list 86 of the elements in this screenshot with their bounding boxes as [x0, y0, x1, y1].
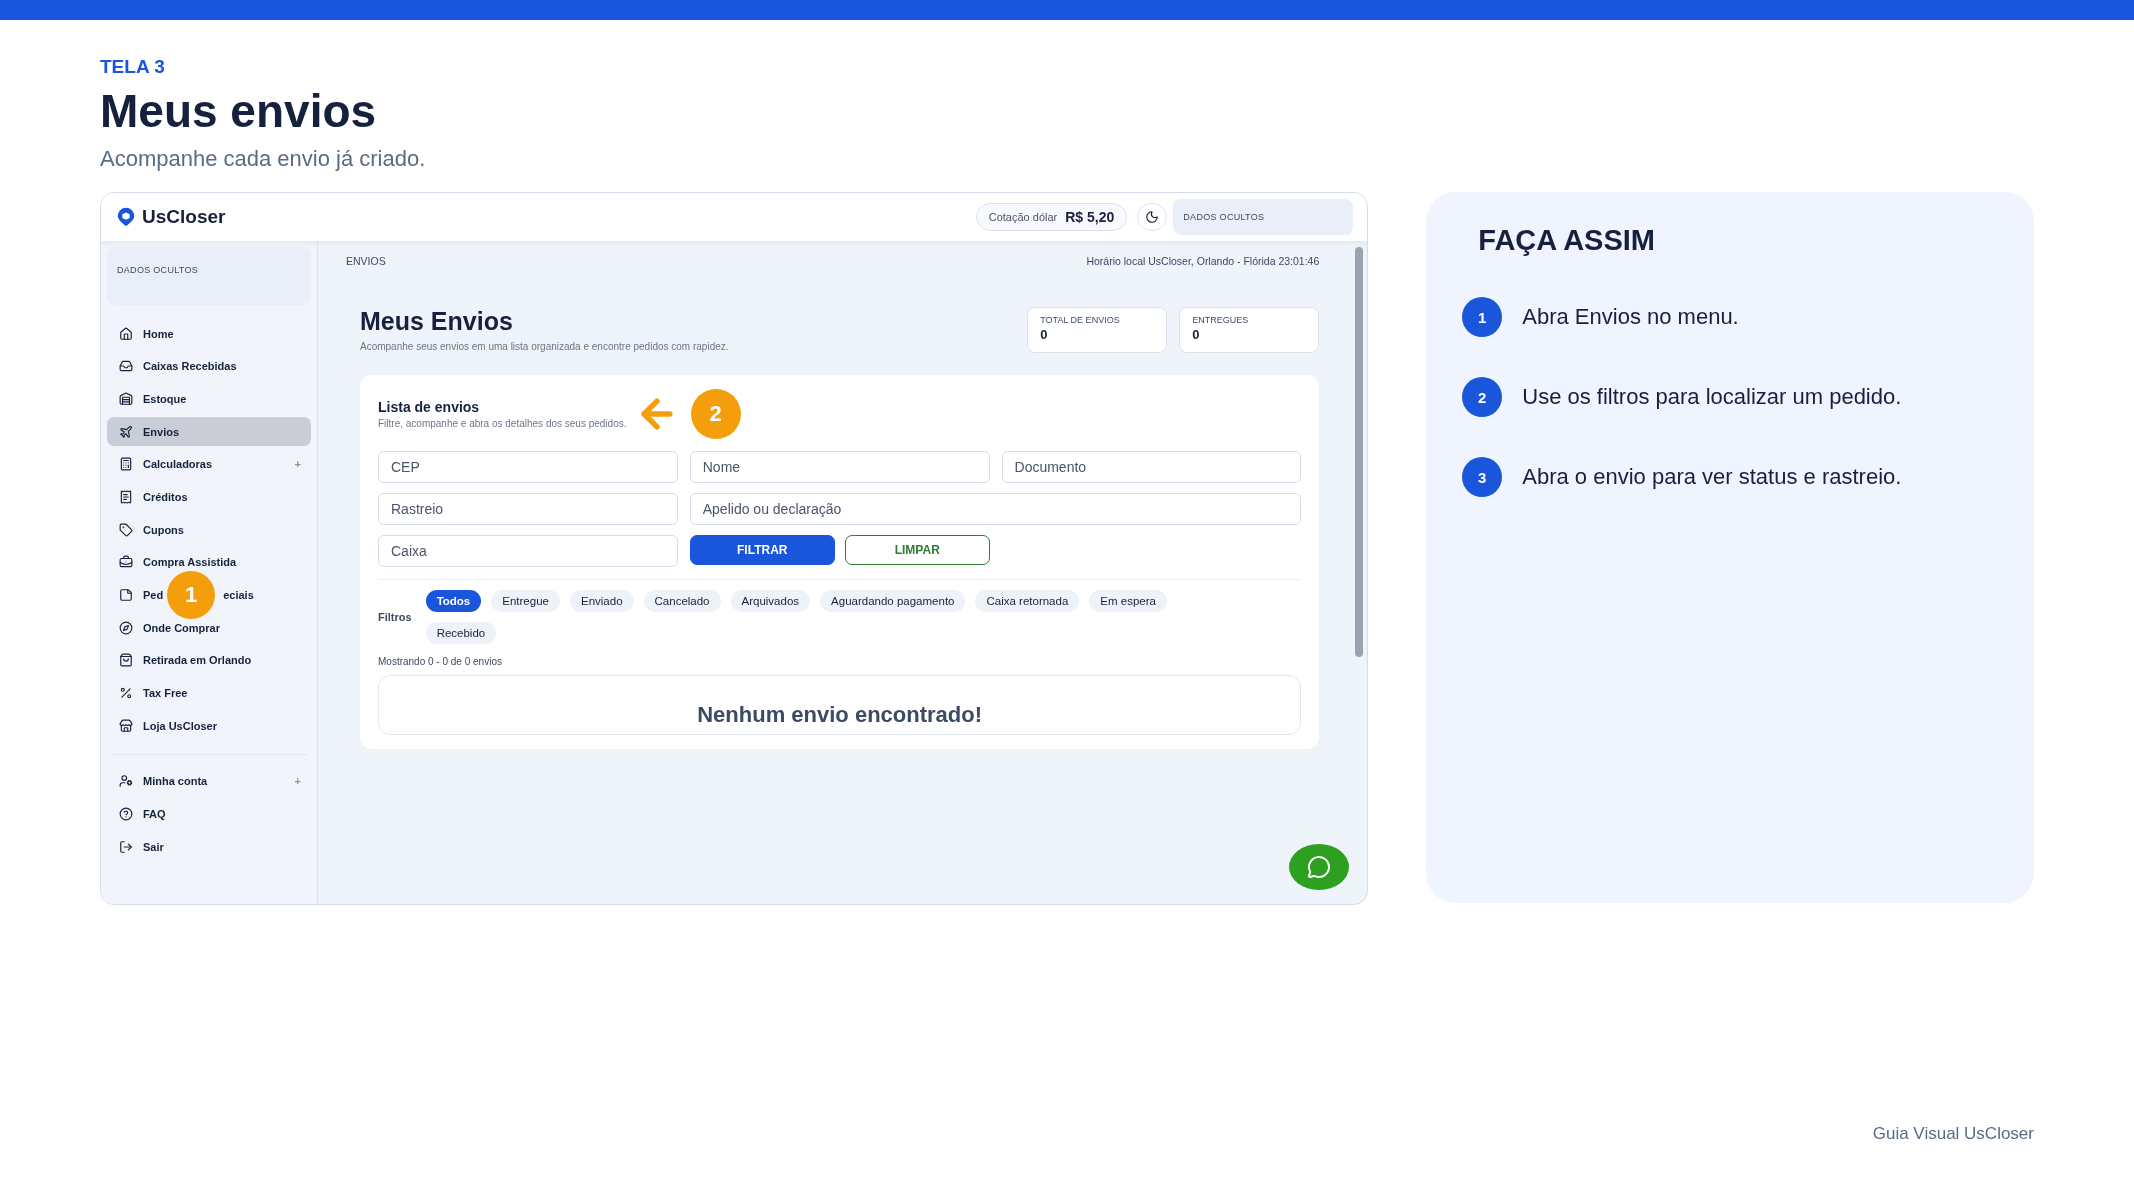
panel-title: FAÇA ASSIM	[1478, 224, 1656, 257]
card-subtitle: Filtre, acompanhe e abra os detalhes dos seus pedidos.	[378, 418, 627, 429]
expand-icon: +	[294, 458, 301, 471]
step-number: 1	[1462, 297, 1503, 337]
calculator-icon	[119, 457, 133, 472]
page-title: Meus Envios	[360, 307, 514, 336]
stat-value: 0	[1192, 327, 1201, 342]
sidebar-item[interactable]: FAQ	[107, 799, 311, 829]
store-icon	[119, 718, 133, 733]
step-callout: 2	[690, 389, 741, 439]
rate-label: Cotação dólar	[988, 211, 1058, 223]
sidebar-item[interactable]: Cupons	[107, 515, 311, 545]
compass-icon	[119, 620, 133, 635]
account-info: DADOS OCULTOS	[107, 247, 311, 305]
input-field[interactable]: Caixa	[378, 535, 678, 567]
input-field[interactable]: Rastreio	[378, 493, 678, 525]
clear-button[interactable]: LIMPAR	[844, 535, 990, 565]
sidebar-item-text: eciais	[223, 589, 254, 601]
sidebar-item[interactable]: Créditos	[107, 482, 311, 512]
sidebar-item[interactable]: Minha conta +	[107, 766, 311, 796]
input-field[interactable]: Nome	[689, 451, 990, 483]
filter-chip[interactable]: Arquivados	[730, 590, 811, 612]
sidebar-item[interactable]: Calculadoras +	[107, 449, 311, 479]
results-count: Mostrando 0 - 0 de 0 envios	[378, 656, 503, 667]
sidebar-item[interactable]: Retirada em Orlando	[107, 645, 311, 675]
pin-icon	[115, 206, 137, 228]
step-text: Abra o envio para ver status e rastreio.	[1522, 464, 1902, 490]
sidebar-item[interactable]: Estoque	[107, 384, 311, 414]
note-icon	[119, 588, 133, 602]
receipt-icon	[119, 489, 133, 504]
filter-chip[interactable]: Aguardando pagamento	[820, 590, 966, 612]
local-time: Horário local UsCloser, Orlando - Flórida 23:01:46	[1086, 255, 1320, 267]
filter-chip[interactable]: Cancelado	[643, 590, 721, 612]
filter-chip[interactable]: Enviado	[569, 590, 634, 612]
shopping-bag-icon	[119, 653, 133, 668]
stat-value: 0	[1040, 327, 1049, 342]
input-field[interactable]: Documento	[1001, 451, 1302, 483]
user-info: DADOS OCULTOS	[1173, 199, 1354, 235]
card-title: Lista de envios	[378, 399, 481, 415]
brand-logo[interactable]: UsCloser	[115, 206, 226, 228]
house-icon	[119, 326, 133, 341]
input-field[interactable]: Apelido ou declaração	[689, 493, 1302, 525]
stat-label: ENTREGUES	[1192, 315, 1250, 325]
user-gear-icon	[119, 774, 133, 789]
expand-icon: +	[294, 775, 301, 788]
filter-chip[interactable]: Recebido	[425, 622, 497, 644]
plane-icon	[119, 424, 133, 439]
footer-text: Guia Visual UsCloser	[1872, 1124, 2034, 1144]
input-field[interactable]: CEP	[378, 451, 678, 483]
step-text: Abra Envios no menu.	[1522, 304, 1739, 330]
scrollbar[interactable]	[1355, 247, 1364, 657]
filter-button[interactable]: FILTRAR	[689, 535, 835, 565]
sidebar-item[interactable]: Home	[107, 319, 311, 348]
tray-icon	[119, 359, 133, 374]
tag-icon	[119, 522, 133, 537]
chat-icon	[1307, 855, 1332, 879]
filter-chip[interactable]: Caixa retornada	[975, 590, 1080, 612]
empty-state: Nenhum envio encontrado!	[378, 675, 1302, 735]
sidebar-item[interactable]: Ped	[143, 589, 164, 601]
step-number: 3	[1462, 457, 1503, 497]
stat-label: TOTAL DE ENVIOS	[1040, 315, 1121, 325]
briefcase-icon	[119, 555, 133, 570]
rate-value: R$ 5,20	[1065, 209, 1115, 225]
sidebar-item[interactable]: Caixas Recebidas	[107, 351, 311, 381]
step-callout: 1	[167, 570, 215, 619]
filter-chip[interactable]: Em espera	[1089, 590, 1167, 612]
sidebar-item[interactable]: Envios	[107, 417, 311, 447]
help-icon	[119, 807, 133, 822]
page-subtitle: Acompanhe seus envios em uma lista organizada e encontre pedidos com rapidez.	[360, 341, 729, 352]
slide-title: Meus envios	[100, 84, 378, 138]
filter-chip[interactable]: Todos	[425, 590, 482, 612]
filter-chip[interactable]: Entregue	[491, 590, 560, 612]
sidebar-item[interactable]: Sair	[107, 832, 311, 862]
shelf-icon	[119, 391, 133, 406]
theme-button[interactable]	[1137, 203, 1168, 231]
sidebar-item[interactable]: Tax Free	[107, 678, 311, 708]
filters-label: Filtros	[378, 611, 412, 623]
slide-subtitle: Acompanhe cada envio já criado.	[100, 146, 427, 172]
sidebar-item[interactable]: Loja UsCloser	[107, 711, 311, 741]
breadcrumb: ENVIOS	[346, 255, 386, 267]
step-text: Use os filtros para localizar um pedido.	[1522, 384, 1902, 410]
logout-icon	[119, 839, 133, 854]
step-number: 2	[1462, 377, 1503, 417]
moon-icon	[1145, 210, 1160, 224]
percent-icon	[119, 686, 133, 701]
eyebrow: TELA 3	[100, 56, 166, 78]
